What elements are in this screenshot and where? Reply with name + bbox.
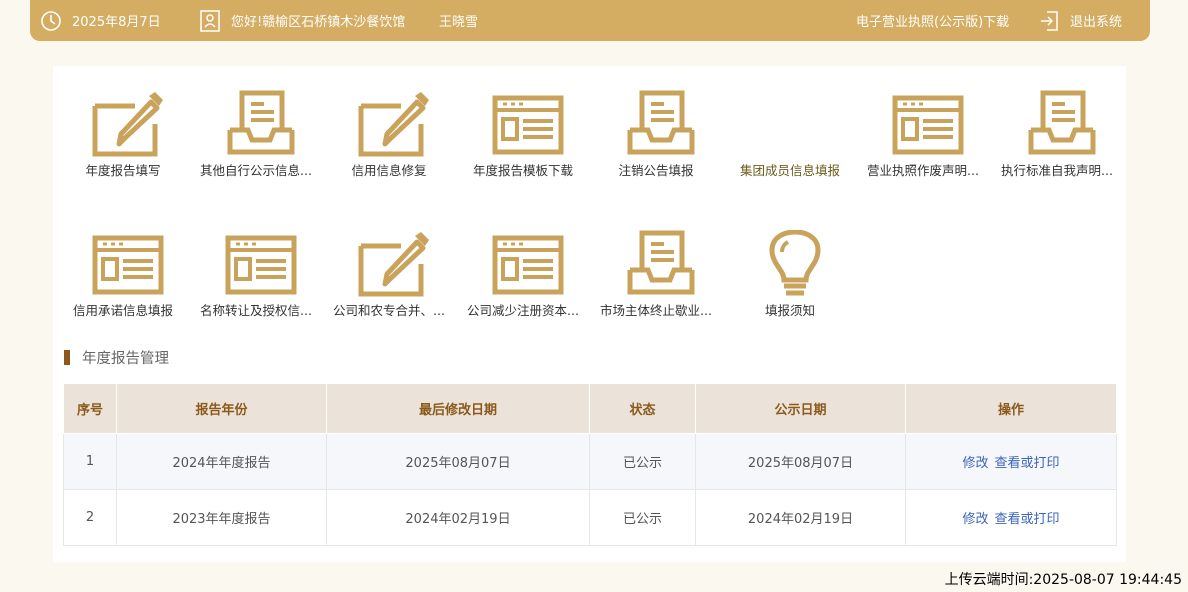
col-header-status: 状态	[589, 383, 696, 434]
section-title: 年度报告管理	[64, 348, 169, 367]
cell-status: 已公示	[589, 489, 696, 546]
view-print-link[interactable]: 查看或打印	[995, 512, 1060, 527]
cell-year: 2023年年度报告	[116, 489, 327, 546]
pencil-icon	[357, 230, 431, 298]
edit-link[interactable]: 修改	[962, 512, 988, 527]
cell-published: 2024年02月19日	[695, 489, 906, 546]
form-window-icon	[491, 90, 565, 158]
section-marker	[64, 349, 70, 365]
tile-credit-commitment[interactable]: 信用承诺信息填报	[57, 206, 189, 318]
tile-cancellation-notice[interactable]: 注销公告填报	[590, 66, 722, 178]
tile-label: 其他自行公示信息...	[200, 163, 312, 178]
tile-company-merger[interactable]: 公司和农专合并、...	[323, 206, 455, 318]
tile-label: 名称转让及授权信...	[200, 303, 312, 318]
cell-year: 2024年年度报告	[116, 433, 327, 490]
table-header-row: 序号 报告年份 最后修改日期 状态 公示日期 操作	[63, 383, 1117, 434]
col-header-modified: 最后修改日期	[326, 383, 590, 434]
view-print-link[interactable]: 查看或打印	[995, 456, 1060, 471]
tile-annual-report-fill[interactable]: 年度报告填写	[57, 66, 189, 178]
user-name: 王晓雪	[439, 15, 479, 30]
section-title-text: 年度报告管理	[82, 350, 169, 367]
tile-credit-repair[interactable]: 信用信息修复	[323, 66, 455, 178]
form-window-icon	[224, 230, 298, 298]
col-header-index: 序号	[63, 383, 117, 434]
tile-label: 填报须知	[764, 303, 815, 318]
inbox-tray-icon	[624, 230, 698, 298]
tile-label: 执行标准自我声明...	[1001, 163, 1113, 178]
inbox-tray-icon	[224, 90, 298, 158]
tile-business-suspension[interactable]: 市场主体终止歇业...	[590, 206, 722, 318]
col-header-year: 报告年份	[116, 383, 327, 434]
tile-label: 信用承诺信息填报	[72, 303, 173, 318]
form-window-icon	[91, 230, 165, 298]
cell-actions: 修改 查看或打印	[905, 433, 1117, 490]
inbox-tray-icon	[1025, 90, 1099, 158]
tile-filing-instructions[interactable]: 填报须知	[724, 206, 856, 318]
cell-modified: 2024年02月19日	[326, 489, 590, 546]
pencil-icon	[91, 90, 165, 158]
inbox-tray-icon	[624, 90, 698, 158]
tile-other-public-info[interactable]: 其他自行公示信息...	[190, 66, 322, 178]
tile-label: 年度报告模板下载	[472, 163, 573, 178]
cell-status: 已公示	[589, 433, 696, 490]
cell-published: 2025年08月07日	[695, 433, 906, 490]
tile-label: 注销公告填报	[618, 163, 694, 178]
tile-label: 公司减少注册资本...	[467, 303, 579, 318]
lightbulb-icon	[758, 229, 832, 298]
clock-icon	[40, 0, 62, 41]
tile-label: 公司和农专合并、...	[333, 303, 445, 318]
cell-modified: 2025年08月07日	[326, 433, 590, 490]
license-download-link[interactable]: 电子营业执照(公示版)下载	[856, 0, 1009, 41]
cell-actions: 修改 查看或打印	[905, 489, 1117, 546]
main-panel: 年度报告填写 其他自行公示信息... 信用信息修复 年度报告模板下载 注销公告填…	[53, 66, 1126, 562]
annual-report-table: 序号 报告年份 最后修改日期 状态 公示日期 操作 1 2024年年度报告 20…	[63, 383, 1117, 546]
logout-icon[interactable]	[1039, 0, 1059, 41]
tile-label: 信用信息修复	[351, 163, 427, 178]
col-header-actions: 操作	[905, 383, 1117, 434]
edit-link[interactable]: 修改	[962, 456, 988, 471]
user-icon	[200, 0, 220, 41]
tile-label: 营业执照作废声明...	[867, 163, 979, 178]
pencil-icon	[357, 90, 431, 158]
tile-group-member-info[interactable]: 集团成员信息填报	[724, 66, 856, 178]
table-row: 1 2024年年度报告 2025年08月07日 已公示 2025年08月07日 …	[63, 433, 1117, 490]
form-window-icon	[491, 230, 565, 298]
top-bar: 2025年8月7日 您好!赣榆区石桥镇木沙餐饮馆 王晓雪 电子营业执照(公示版)…	[30, 0, 1150, 41]
current-date: 2025年8月7日	[72, 15, 161, 30]
tile-name-transfer[interactable]: 名称转让及授权信...	[190, 206, 322, 318]
tile-capital-reduction[interactable]: 公司减少注册资本...	[457, 206, 589, 318]
greeting-text: 您好!赣榆区石桥镇木沙餐饮馆	[231, 15, 406, 30]
tile-label: 市场主体终止歇业...	[600, 303, 712, 318]
col-header-published: 公示日期	[695, 383, 906, 434]
tile-label: 集团成员信息填报	[739, 163, 840, 178]
cell-index: 1	[63, 433, 117, 490]
form-window-icon	[891, 90, 965, 158]
tile-template-download[interactable]: 年度报告模板下载	[457, 66, 589, 178]
tile-label: 年度报告填写	[85, 163, 161, 178]
upload-time: 上传云端时间:2025-08-07 19:44:45	[944, 572, 1182, 588]
logout-link[interactable]: 退出系统	[1070, 0, 1122, 41]
tile-license-void-statement[interactable]: 营业执照作废声明...	[857, 66, 989, 178]
cell-index: 2	[63, 489, 117, 546]
tile-standard-declaration[interactable]: 执行标准自我声明...	[991, 66, 1123, 178]
table-row: 2 2023年年度报告 2024年02月19日 已公示 2024年02月19日 …	[63, 489, 1117, 546]
